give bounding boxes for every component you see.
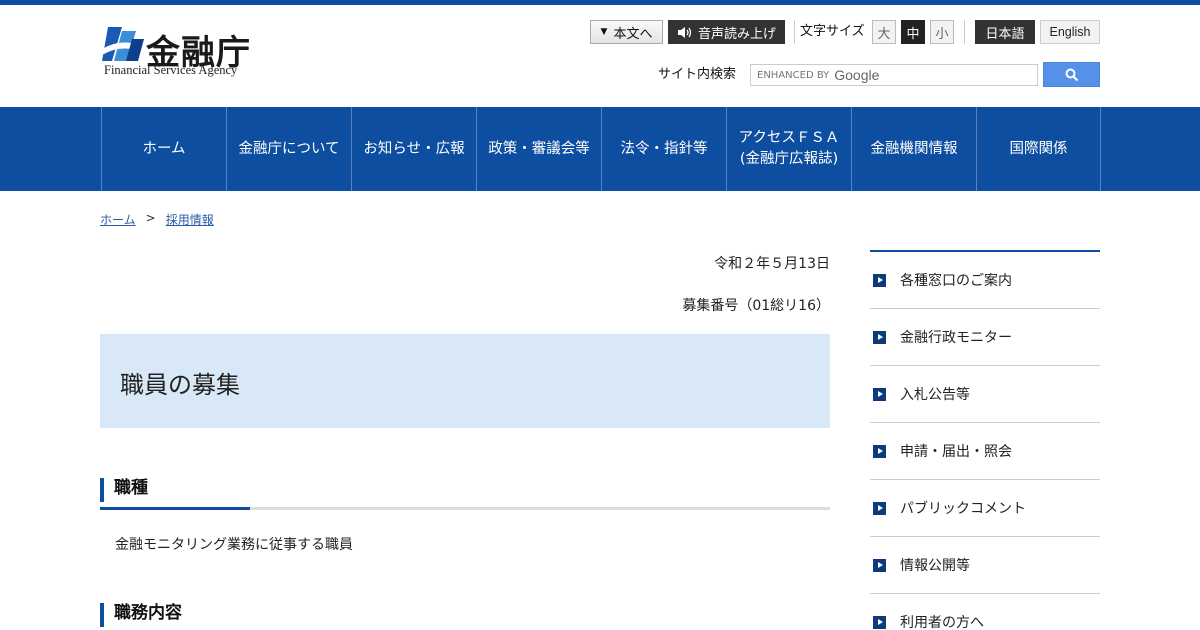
gnav-item-access-fsa[interactable]: アクセスＦＳＡ (金融庁広報誌) bbox=[726, 107, 851, 191]
font-size-label: 文字サイズ bbox=[800, 24, 865, 39]
gnav-item-institutions[interactable]: 金融機関情報 bbox=[851, 107, 976, 191]
arrow-right-icon bbox=[873, 559, 886, 572]
page-title: 職員の募集 bbox=[120, 371, 240, 399]
speaker-icon bbox=[677, 26, 692, 38]
side-item-contact[interactable]: 各種窓口のご案内 bbox=[870, 252, 1100, 309]
job-type-text: 金融モニタリング業務に従事する職員 bbox=[115, 537, 353, 553]
side-item-public-comment[interactable]: パブリックコメント bbox=[870, 480, 1100, 537]
arrow-right-icon bbox=[873, 274, 886, 287]
arrow-right-icon bbox=[873, 331, 886, 344]
breadcrumb: ホーム > 採用情報 bbox=[100, 211, 214, 228]
arrow-right-icon bbox=[873, 502, 886, 515]
recruitment-number: 募集番号（01総リ16） bbox=[682, 298, 830, 314]
skip-to-content-button[interactable]: ▼ 本文へ bbox=[590, 20, 663, 44]
gnav-item-news[interactable]: お知らせ・広報 bbox=[351, 107, 476, 191]
gnav-item-laws[interactable]: 法令・指針等 bbox=[601, 107, 726, 191]
gnav-item-about[interactable]: 金融庁について bbox=[226, 107, 351, 191]
side-item-monitor[interactable]: 金融行政モニター bbox=[870, 309, 1100, 366]
side-item-applications[interactable]: 申請・届出・照会 bbox=[870, 423, 1100, 480]
side-item-label: 金融行政モニター bbox=[900, 330, 1012, 346]
global-nav: ホーム 金融庁について お知らせ・広報 政策・審議会等 法令・指針等 アクセスＦ… bbox=[0, 107, 1200, 191]
arrow-right-icon bbox=[873, 616, 886, 629]
divider bbox=[964, 20, 965, 44]
breadcrumb-separator: > bbox=[145, 211, 156, 225]
side-item-disclosure[interactable]: 情報公開等 bbox=[870, 537, 1100, 594]
side-item-users[interactable]: 利用者の方へ bbox=[870, 594, 1100, 630]
side-item-label: 利用者の方へ bbox=[900, 615, 984, 630]
side-item-label: パブリックコメント bbox=[900, 501, 1026, 517]
side-item-label: 情報公開等 bbox=[900, 558, 970, 574]
section-heading-duties: 職務内容 bbox=[100, 603, 182, 627]
font-size-large-button[interactable]: 大 bbox=[872, 20, 896, 44]
divider bbox=[794, 20, 795, 44]
side-item-label: 入札公告等 bbox=[900, 387, 970, 403]
site-search-label: サイト内検索 bbox=[658, 67, 737, 82]
section-heading-job-type: 職種 bbox=[100, 478, 148, 502]
section-underline bbox=[100, 507, 830, 510]
arrow-right-icon bbox=[873, 445, 886, 458]
language-japanese-button[interactable]: 日本語 bbox=[975, 20, 1035, 44]
breadcrumb-home-link[interactable]: ホーム bbox=[100, 211, 136, 228]
triangle-down-icon: ▼ bbox=[600, 27, 608, 37]
logo-subtitle: Financial Services Agency bbox=[104, 63, 238, 77]
publish-date: 令和２年５月13日 bbox=[714, 256, 830, 272]
fsa-logo-icon bbox=[102, 27, 144, 61]
page-title-box: 職員の募集 bbox=[100, 334, 830, 428]
voice-reader-button[interactable]: 音声読み上げ bbox=[668, 20, 785, 44]
voice-reader-label: 音声読み上げ bbox=[697, 26, 776, 42]
search-icon bbox=[1065, 68, 1078, 81]
site-header: 金融庁 Financial Services Agency ▼ 本文へ 音声読み… bbox=[0, 5, 1200, 107]
font-size-small-button[interactable]: 小 bbox=[930, 20, 954, 44]
side-nav: 各種窓口のご案内 金融行政モニター 入札公告等 申請・届出・照会 パブリックコメ… bbox=[870, 250, 1100, 630]
gnav-item-international[interactable]: 国際関係 bbox=[976, 107, 1101, 191]
side-item-bidding[interactable]: 入札公告等 bbox=[870, 366, 1100, 423]
side-item-label: 申請・届出・照会 bbox=[900, 444, 1012, 460]
skip-to-content-label: 本文へ bbox=[613, 26, 653, 42]
search-placeholder-brand: Google bbox=[834, 67, 880, 83]
search-placeholder-prefix: ENHANCED BY bbox=[757, 69, 830, 81]
site-logo[interactable]: 金融庁 Financial Services Agency bbox=[102, 25, 262, 81]
site-search-input[interactable]: ENHANCED BY Google bbox=[750, 64, 1038, 86]
gnav-item-policy[interactable]: 政策・審議会等 bbox=[476, 107, 601, 191]
gnav-item-home[interactable]: ホーム bbox=[101, 107, 226, 191]
arrow-right-icon bbox=[873, 388, 886, 401]
breadcrumb-current-link[interactable]: 採用情報 bbox=[166, 211, 214, 228]
font-size-medium-button[interactable]: 中 bbox=[901, 20, 925, 44]
side-item-label: 各種窓口のご案内 bbox=[900, 273, 1012, 289]
search-button[interactable] bbox=[1043, 62, 1100, 87]
language-english-button[interactable]: English bbox=[1040, 20, 1100, 44]
